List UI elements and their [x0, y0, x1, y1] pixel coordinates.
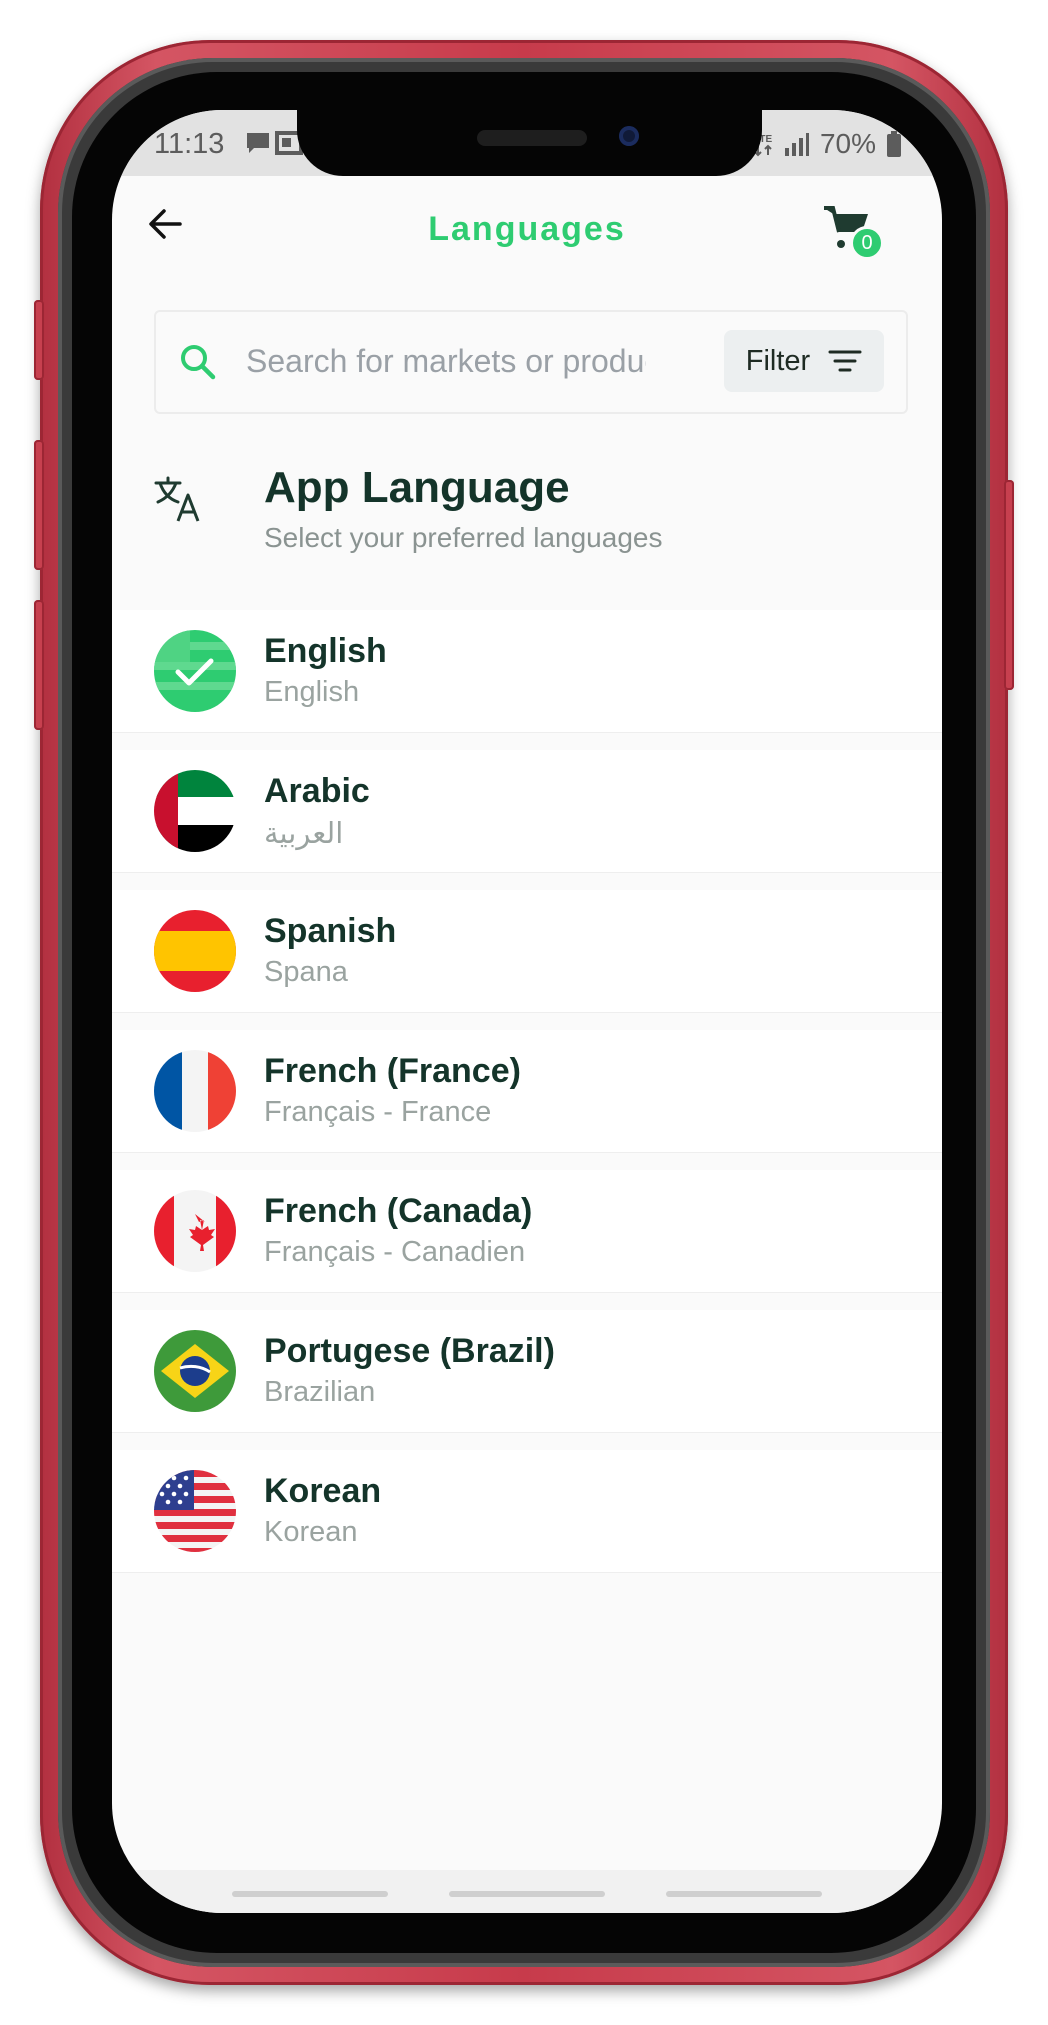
section-subtitle: Select your preferred languages [264, 522, 663, 553]
language-name: French (France) [264, 1052, 521, 1090]
search-input[interactable] [246, 336, 646, 386]
language-name: Korean [264, 1472, 382, 1510]
usa-flag-icon [154, 1470, 236, 1552]
language-native-name: Français - France [264, 1096, 492, 1128]
front-camera [619, 126, 639, 146]
notification-icons [245, 130, 305, 163]
volume-up-button [34, 440, 44, 570]
language-native-name: العربية [264, 818, 344, 850]
page-title: Languages [428, 210, 626, 248]
france-flag-icon [154, 1050, 236, 1132]
brazil-flag-icon [154, 1330, 236, 1412]
language-native-name: English [264, 676, 360, 708]
status-right: LTE 70% [754, 128, 902, 160]
filter-button[interactable]: Filter [724, 330, 884, 392]
language-name: French (Canada) [264, 1192, 533, 1230]
power-button [1004, 480, 1014, 690]
volume-down-button [34, 600, 44, 730]
section-title: App Language [264, 463, 570, 512]
uae-flag-icon [154, 770, 236, 852]
language-item-spanish[interactable]: Spanish Spana [112, 890, 942, 1012]
language-name: Spanish [264, 912, 397, 950]
battery-percent: 70% [819, 128, 876, 159]
search-bar: Filter [154, 310, 908, 414]
cart-button[interactable]: 0 [822, 202, 884, 262]
search-icon [178, 342, 218, 382]
language-native-name: Français - Canadien [264, 1236, 526, 1268]
translate-icon [154, 475, 204, 525]
status-time: 11:13 [154, 128, 225, 160]
language-native-name: Korean [264, 1516, 358, 1548]
language-item-korean[interactable]: Korean Korean [112, 1450, 942, 1572]
filter-label: Filter [745, 344, 811, 377]
language-item-french-france[interactable]: French (France) Français - France [112, 1030, 942, 1152]
language-item-arabic[interactable]: Arabic العربية [112, 750, 942, 872]
filter-icon [828, 350, 862, 372]
cart-count-badge: 0 [850, 226, 884, 260]
camera-notch [297, 110, 762, 176]
nav-recents-handle[interactable] [232, 1891, 388, 1897]
language-name: English [264, 632, 387, 670]
battery-icon [887, 131, 901, 157]
spain-flag-icon [154, 910, 236, 992]
language-name: Portugese (Brazil) [264, 1332, 555, 1370]
signal-icon [784, 133, 809, 156]
selected-check-icon [154, 630, 236, 712]
language-item-english[interactable]: English English [112, 610, 942, 732]
nav-back-handle[interactable] [666, 1891, 822, 1897]
speaker-grille [477, 130, 587, 146]
language-item-portugese-brazil[interactable]: Portugese (Brazil) Brazilian [112, 1310, 942, 1432]
canada-flag-icon [154, 1190, 236, 1272]
app-screen: 11:13 LTE 70% Languages 0 Search for mar… [112, 110, 942, 1913]
nav-home-handle[interactable] [449, 1891, 605, 1897]
language-native-name: Brazilian [264, 1376, 376, 1408]
language-native-name: Spana [264, 956, 348, 988]
silent-switch [34, 300, 44, 380]
language-name: Arabic [264, 772, 370, 810]
language-item-french-canada[interactable]: French (Canada) Français - Canadien [112, 1170, 942, 1292]
